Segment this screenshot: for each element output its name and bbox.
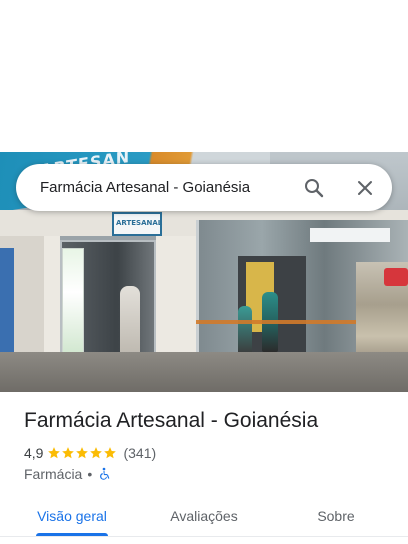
- photo-floor: [0, 352, 408, 392]
- place-meta: Farmácia •: [24, 465, 111, 483]
- photo-pillar: [156, 236, 196, 364]
- search-bar[interactable]: Farmácia Artesanal - Goianésia: [16, 164, 392, 211]
- rating-stars: [47, 446, 117, 460]
- tabs-divider: [0, 536, 408, 537]
- photo-top-sign: [310, 228, 390, 242]
- photo-banner: [62, 248, 84, 358]
- place-category[interactable]: Farmácia: [24, 466, 82, 482]
- search-input[interactable]: Farmácia Artesanal - Goianésia: [40, 179, 250, 196]
- search-icon[interactable]: [302, 176, 326, 200]
- map-blank-area: [0, 0, 408, 152]
- close-icon[interactable]: [353, 176, 377, 200]
- star-icon: [104, 447, 117, 459]
- star-icon: [76, 447, 89, 459]
- photo-blue-panel: [0, 248, 14, 352]
- place-tabs: Visão geral Avaliações Sobre: [0, 496, 408, 544]
- wheelchair-icon: [97, 467, 111, 481]
- review-count[interactable]: (341): [123, 445, 156, 461]
- photo-red-sign: [384, 268, 408, 286]
- rating-value: 4,9: [24, 445, 44, 461]
- place-title: Farmácia Artesanal - Goianésia: [24, 409, 319, 432]
- rating-row[interactable]: 4,9 (341): [24, 444, 156, 462]
- photo-pillar: [44, 236, 60, 364]
- tab-about[interactable]: Sobre: [296, 496, 376, 536]
- star-icon: [62, 447, 75, 459]
- photo-small-sign-text: ARTESANAL: [116, 219, 163, 227]
- tab-overview[interactable]: Visão geral: [24, 496, 120, 536]
- photo-person: [238, 306, 252, 354]
- photo-person: [120, 286, 140, 356]
- star-icon: [48, 447, 61, 459]
- meta-separator: •: [87, 466, 93, 482]
- tab-reviews[interactable]: Avaliações: [152, 496, 256, 536]
- star-icon: [90, 447, 103, 459]
